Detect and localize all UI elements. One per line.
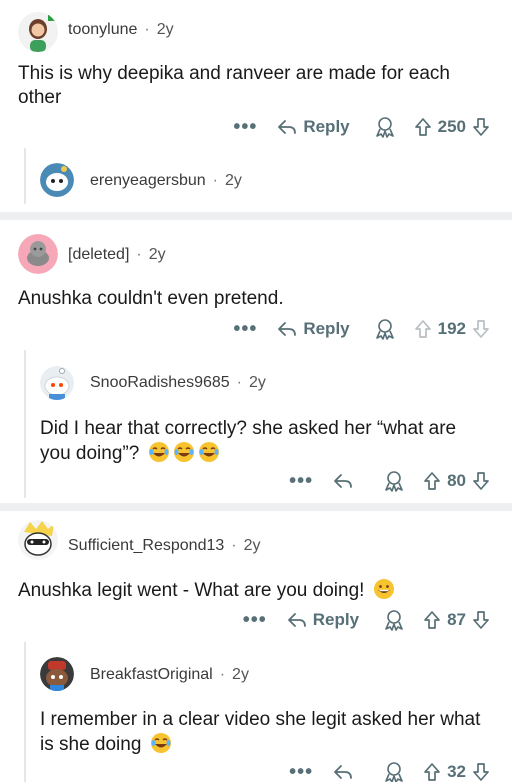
timestamp: 2y: [224, 172, 242, 189]
timestamp: 2y: [249, 374, 266, 391]
vote-score: 80: [447, 471, 466, 490]
username[interactable]: erenyeagersbun: [90, 172, 206, 190]
award-icon: [385, 471, 403, 492]
reply-arrow-icon: [278, 120, 297, 134]
reply-arrow-icon: [278, 322, 297, 336]
timestamp: 2y: [243, 537, 261, 554]
comment-actions: ••• Reply 87: [243, 607, 490, 633]
username[interactable]: SnooRadishes9685: [90, 374, 230, 392]
username[interactable]: Sufficient_Respond13: [68, 537, 224, 555]
timestamp: 2y: [232, 666, 249, 683]
reply-button[interactable]: [333, 472, 359, 490]
comment-body: This is why deepika and ranveer are made…: [18, 63, 450, 108]
username[interactable]: [deleted]: [68, 246, 129, 264]
award-button[interactable]: [383, 609, 405, 631]
reply-button[interactable]: Reply: [277, 117, 350, 137]
avatar[interactable]: [40, 366, 74, 400]
downvote-button[interactable]: [472, 117, 490, 137]
upvote-icon: [414, 320, 431, 338]
downvote-button[interactable]: [472, 471, 490, 491]
thread-line[interactable]: [24, 148, 26, 204]
award-button[interactable]: [374, 318, 396, 340]
username[interactable]: toonylune: [68, 21, 137, 39]
vote-score: 87: [447, 610, 466, 629]
reply-button[interactable]: Reply: [277, 319, 350, 339]
upvote-button[interactable]: [414, 117, 432, 137]
award-icon: [385, 610, 403, 631]
reply-arrow-icon: [334, 765, 352, 779]
downvote-button[interactable]: [472, 319, 490, 339]
avatar[interactable]: [40, 657, 74, 691]
avatar[interactable]: [18, 12, 58, 52]
comment-actions: ••• 32: [289, 759, 490, 782]
comment-actions: ••• Reply 192: [233, 316, 490, 342]
downvote-icon: [473, 118, 489, 136]
upvote-icon: [424, 611, 440, 629]
thread-line[interactable]: [24, 350, 26, 498]
downvote-button[interactable]: [472, 610, 490, 630]
comment-actions: ••• 80: [289, 468, 490, 494]
award-button[interactable]: [383, 761, 405, 782]
username[interactable]: BreakfastOriginal: [90, 666, 213, 684]
joy-emoji: [173, 442, 194, 462]
comment-body: Anushka couldn't even pretend.: [18, 288, 284, 309]
reply-button[interactable]: Reply: [287, 610, 359, 630]
avatar[interactable]: [40, 163, 74, 197]
more-options-icon[interactable]: •••: [233, 117, 257, 137]
downvote-button[interactable]: [472, 762, 490, 782]
upvote-button[interactable]: [414, 319, 432, 339]
grin-emoji: [373, 579, 394, 599]
award-icon: [385, 762, 403, 782]
comment-actions: ••• Reply 250: [233, 114, 490, 140]
joy-emoji: [148, 442, 169, 462]
reply-arrow-icon: [287, 613, 306, 627]
comment-meta: [deleted] · 2y: [68, 246, 166, 264]
comment-meta: erenyeagersbun · 2y: [90, 172, 242, 190]
more-options-icon[interactable]: •••: [289, 762, 313, 782]
more-options-icon[interactable]: •••: [233, 319, 257, 339]
more-options-icon[interactable]: •••: [289, 471, 313, 491]
upvote-icon: [424, 472, 440, 490]
award-button[interactable]: [383, 470, 405, 492]
downvote-icon: [473, 320, 489, 338]
comment-body: Anushka legit went - What are you doing!: [18, 578, 488, 603]
upvote-button[interactable]: [423, 471, 441, 491]
vote-score: 192: [437, 319, 466, 338]
more-options-icon[interactable]: •••: [243, 610, 267, 630]
thread-line[interactable]: [24, 642, 26, 782]
upvote-icon: [424, 763, 440, 781]
comment-body: Did I hear that correctly? she asked her…: [40, 418, 457, 464]
upvote-icon: [414, 118, 431, 136]
comment-meta: BreakfastOriginal · 2y: [90, 666, 249, 684]
comment-separator: [0, 212, 512, 220]
comment-meta: SnooRadishes9685 · 2y: [90, 374, 266, 392]
award-icon: [375, 319, 394, 340]
comment-meta: toonylune · 2y: [68, 21, 174, 39]
downvote-icon: [473, 611, 489, 629]
vote-score: 32: [447, 762, 466, 781]
comment-meta: Sufficient_Respond13 · 2y: [68, 537, 261, 555]
upvote-button[interactable]: [423, 610, 441, 630]
timestamp: 2y: [148, 246, 166, 263]
vote-score: 250: [437, 117, 466, 136]
reply-button[interactable]: [333, 763, 359, 781]
comment-separator: [0, 503, 512, 511]
avatar[interactable]: [18, 520, 58, 560]
downvote-icon: [473, 763, 489, 781]
joy-emoji: [198, 442, 219, 462]
avatar[interactable]: [18, 234, 58, 274]
reply-arrow-icon: [334, 474, 352, 488]
downvote-icon: [473, 472, 489, 490]
timestamp: 2y: [156, 21, 174, 38]
joy-emoji: [150, 733, 171, 753]
award-icon: [375, 117, 394, 138]
comment-body: I remember in a clear video she legit as…: [40, 709, 481, 755]
upvote-button[interactable]: [423, 762, 441, 782]
award-button[interactable]: [374, 116, 396, 138]
